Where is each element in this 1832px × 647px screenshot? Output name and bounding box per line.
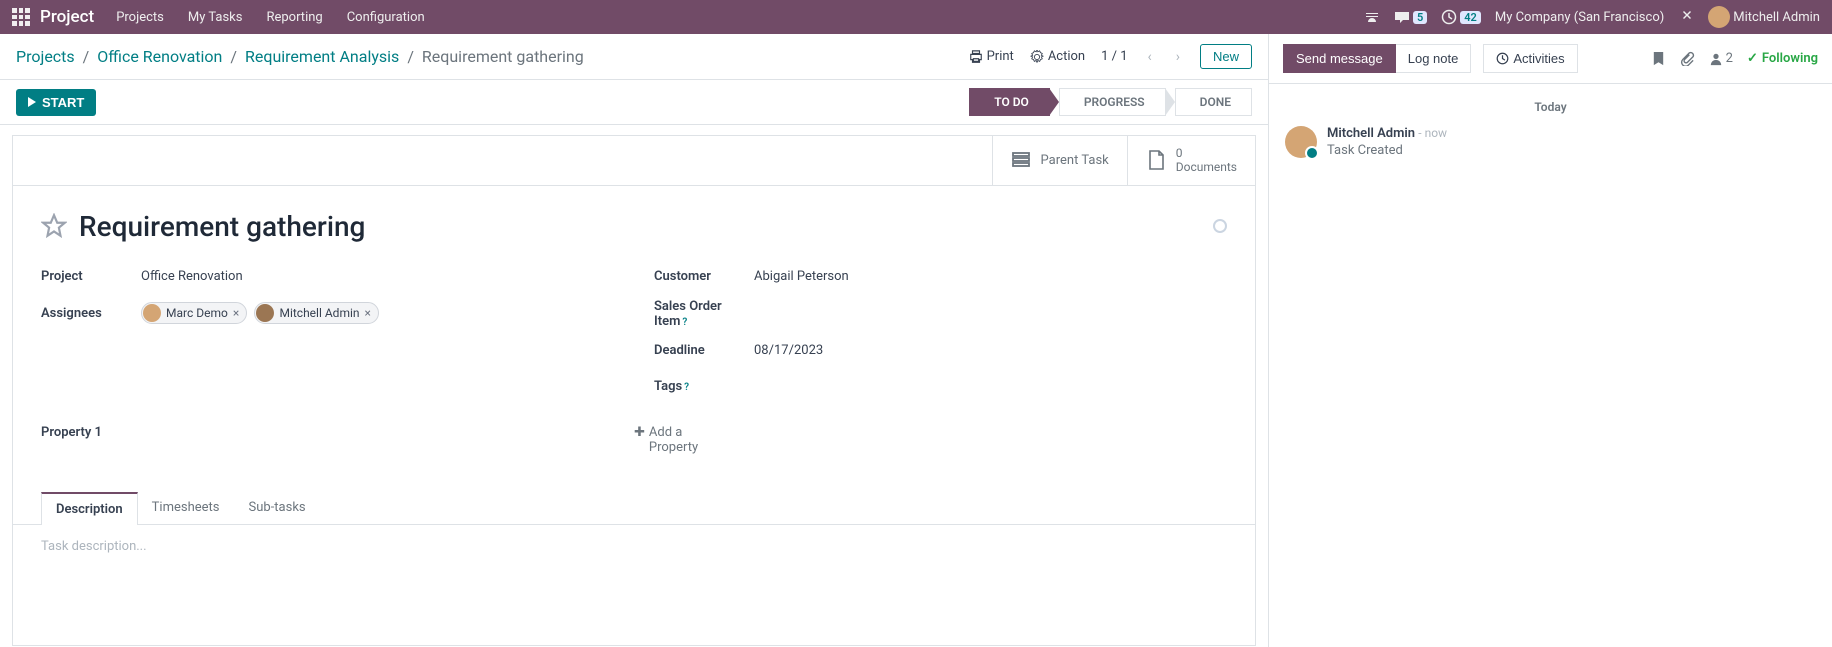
help-icon[interactable]: ? — [682, 317, 687, 328]
breadcrumb-current: Requirement gathering — [422, 47, 584, 66]
tab-description[interactable]: Description — [41, 492, 138, 525]
field-customer[interactable]: Abigail Peterson — [754, 269, 849, 284]
assignee-tag[interactable]: Marc Demo× — [141, 302, 247, 324]
status-bar: START TO DO PROGRESS DONE — [0, 80, 1268, 125]
check-icon: ✓ — [1747, 51, 1758, 66]
log-note-button[interactable]: Log note — [1396, 44, 1472, 73]
message-author[interactable]: Mitchell Admin — [1327, 126, 1415, 141]
user-name: Mitchell Admin — [1733, 10, 1820, 25]
nav-reporting[interactable]: Reporting — [266, 10, 322, 25]
avatar — [1708, 6, 1730, 28]
stage-done[interactable]: DONE — [1175, 88, 1252, 116]
parent-task-icon — [1011, 150, 1031, 170]
task-title[interactable]: Requirement gathering — [79, 210, 1201, 243]
top-navbar: Project Projects My Tasks Reporting Conf… — [0, 0, 1832, 34]
label-customer: Customer — [654, 269, 754, 284]
avatar — [256, 304, 274, 322]
breadcrumb-req-analysis[interactable]: Requirement Analysis — [245, 47, 399, 66]
action-button[interactable]: Action — [1030, 49, 1085, 64]
chatter-message: Mitchell Admin - now Task Created — [1285, 126, 1816, 158]
document-icon — [1146, 149, 1166, 171]
nav-configuration[interactable]: Configuration — [347, 10, 425, 25]
user-menu[interactable]: Mitchell Admin — [1708, 6, 1820, 28]
remove-icon[interactable]: × — [233, 306, 239, 320]
followers-button[interactable]: 2 — [1709, 51, 1733, 66]
avatar — [143, 304, 161, 322]
description-placeholder: Task description... — [41, 539, 1227, 554]
stage-pills: TO DO PROGRESS DONE — [969, 88, 1252, 116]
tabs: Description Timesheets Sub-tasks — [13, 491, 1255, 525]
nav-projects[interactable]: Projects — [116, 10, 164, 25]
new-button[interactable]: New — [1200, 44, 1252, 69]
print-button[interactable]: Print — [969, 49, 1014, 64]
breadcrumb-projects[interactable]: Projects — [16, 47, 75, 66]
field-deadline[interactable]: 08/17/2023 — [754, 343, 823, 358]
star-icon[interactable] — [41, 213, 67, 239]
stage-todo[interactable]: TO DO — [969, 88, 1050, 116]
breadcrumb-office-renovation[interactable]: Office Renovation — [97, 47, 222, 66]
message-time: - now — [1418, 126, 1447, 140]
print-icon — [969, 50, 983, 64]
add-property-button[interactable]: ✚ Add a Property — [634, 425, 698, 455]
apps-icon[interactable] — [12, 8, 30, 26]
tab-timesheets[interactable]: Timesheets — [137, 491, 235, 524]
gear-icon — [1030, 50, 1044, 64]
field-assignees[interactable]: Marc Demo× Mitchell Admin× — [141, 302, 383, 326]
pager-next[interactable]: › — [1172, 49, 1184, 65]
state-dot[interactable] — [1213, 219, 1227, 233]
app-brand[interactable]: Project — [40, 7, 94, 27]
chatter-date-label: Today — [1285, 100, 1816, 114]
message-text: Task Created — [1327, 143, 1816, 158]
stage-progress[interactable]: PROGRESS — [1059, 88, 1166, 116]
messages-icon[interactable]: 5 — [1394, 9, 1427, 25]
nav-mytasks[interactable]: My Tasks — [188, 10, 243, 25]
label-project: Project — [41, 269, 141, 284]
clock-icon — [1496, 52, 1509, 65]
company-switcher[interactable]: My Company (San Francisco) — [1495, 10, 1664, 25]
start-button[interactable]: START — [16, 89, 96, 116]
plus-icon: ✚ — [634, 425, 645, 455]
activities-button[interactable]: Activities — [1483, 44, 1577, 73]
label-assignees: Assignees — [41, 306, 141, 321]
pager-prev[interactable]: ‹ — [1144, 49, 1156, 65]
debug-icon[interactable] — [1678, 9, 1694, 25]
breadcrumb-bar: Projects / Office Renovation / Requireme… — [0, 34, 1268, 80]
help-icon[interactable]: ? — [684, 382, 689, 393]
tab-content-description[interactable]: Task description... — [13, 525, 1255, 645]
property1-label: Property 1 — [41, 425, 634, 455]
bookmark-icon[interactable] — [1651, 51, 1666, 66]
label-deadline: Deadline — [654, 343, 754, 358]
attachment-icon[interactable] — [1680, 51, 1695, 66]
field-project[interactable]: Office Renovation — [141, 269, 243, 284]
chatter-pane: Send message Log note Activities 2 ✓ Fol… — [1268, 34, 1832, 647]
activities-badge: 42 — [1460, 11, 1481, 24]
assignee-tag[interactable]: Mitchell Admin× — [254, 302, 378, 324]
label-salesorder: Sales Order Item? — [654, 299, 754, 329]
activities-icon[interactable]: 42 — [1441, 9, 1481, 25]
send-message-button[interactable]: Send message — [1283, 44, 1396, 73]
avatar[interactable] — [1285, 126, 1317, 158]
nav-tray-icon[interactable] — [1364, 9, 1380, 25]
documents-button[interactable]: 0 Documents — [1127, 136, 1255, 185]
user-icon — [1709, 52, 1723, 66]
label-tags: Tags? — [654, 379, 754, 394]
form-sheet: Parent Task 0 Documents Requirement gath… — [12, 135, 1256, 646]
messages-badge: 5 — [1413, 11, 1427, 24]
tab-subtasks[interactable]: Sub-tasks — [234, 491, 321, 524]
pager[interactable]: 1 / 1 — [1101, 49, 1127, 64]
parent-task-button[interactable]: Parent Task — [992, 136, 1127, 185]
remove-icon[interactable]: × — [365, 306, 371, 320]
following-button[interactable]: ✓ Following — [1747, 51, 1818, 66]
